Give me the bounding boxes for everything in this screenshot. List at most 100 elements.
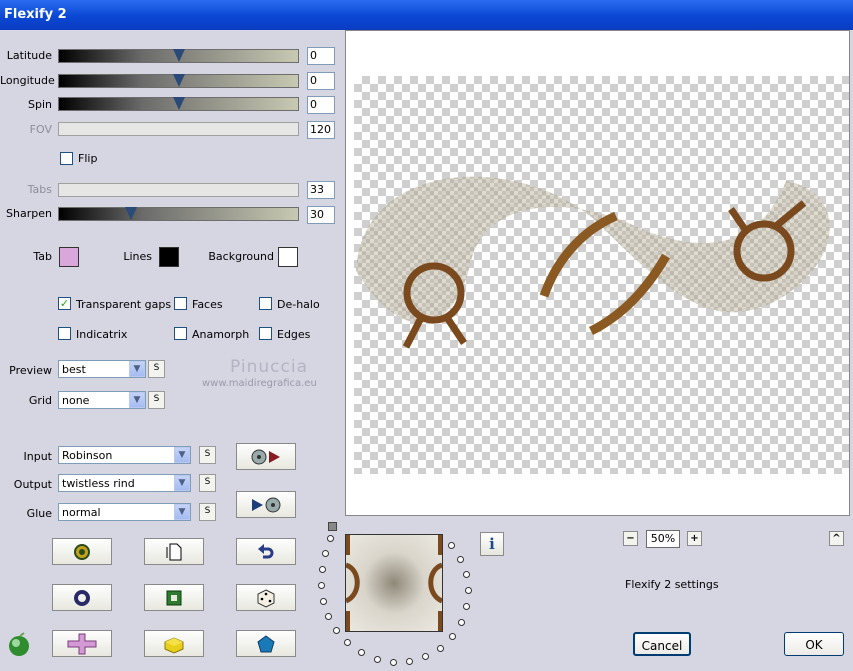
sharpen-input[interactable]: 30 (307, 206, 335, 224)
tab-color-label: Tab (33, 250, 52, 263)
output-select-value: twistless rind (62, 477, 135, 490)
navigator-dot[interactable] (390, 659, 397, 666)
sharpen-slider[interactable] (58, 207, 299, 221)
latitude-slider[interactable] (58, 49, 299, 63)
fov-input[interactable]: 120 (307, 121, 335, 139)
spin-thumb[interactable] (173, 97, 185, 110)
glue-label: Glue (26, 507, 52, 520)
spin-slider[interactable] (58, 97, 299, 111)
de-halo-checkbox[interactable] (259, 297, 272, 310)
navigator-dot[interactable] (437, 645, 444, 652)
window-titlebar: Flexify 2 (0, 0, 853, 30)
navigator-dot[interactable] (422, 653, 429, 660)
preview-canvas[interactable] (345, 30, 850, 516)
navigator-dot[interactable] (358, 649, 365, 656)
navigator-dot[interactable] (344, 639, 351, 646)
input-select-value: Robinson (62, 449, 113, 462)
preview-s-button[interactable]: S (148, 360, 165, 378)
chevron-down-icon: ▼ (129, 392, 145, 408)
longitude-thumb[interactable] (173, 74, 185, 87)
navigator-dot[interactable] (465, 587, 472, 594)
navigator-dot[interactable] (457, 556, 464, 563)
chevron-down-icon: ▼ (174, 475, 190, 491)
edges-checkbox[interactable] (259, 327, 272, 340)
grid-label: Grid (28, 394, 52, 407)
tabs-slider[interactable] (58, 183, 299, 197)
navigator-dot[interactable] (449, 633, 456, 640)
navigator-dot[interactable] (406, 658, 413, 665)
zoom-out-button[interactable]: − (623, 531, 638, 546)
import-camera-button[interactable] (236, 491, 296, 518)
cancel-button[interactable]: Cancel (633, 632, 691, 656)
navigator-dot[interactable] (325, 613, 332, 620)
grid-s-button[interactable]: S (148, 391, 165, 409)
navigator-dot[interactable] (319, 566, 326, 573)
square-frame-button[interactable] (144, 584, 204, 611)
transparent-gaps-checkbox[interactable]: ✓ (58, 297, 71, 310)
anamorph-label: Anamorph (192, 328, 250, 341)
sharpen-thumb[interactable] (125, 207, 137, 220)
spin-input[interactable]: 0 (307, 96, 335, 114)
tab-color-swatch[interactable] (59, 247, 79, 267)
info-button[interactable]: i (480, 532, 504, 556)
camera-export-icon (251, 449, 280, 464)
collapse-button[interactable]: ^ (829, 531, 844, 546)
input-s-button[interactable]: S (199, 446, 216, 464)
export-camera-button[interactable] (236, 443, 296, 470)
indicatrix-label: Indicatrix (76, 328, 128, 341)
lines-color-label: Lines (123, 250, 152, 263)
navigator-dot[interactable] (463, 603, 470, 610)
new-document-button[interactable] (144, 538, 204, 565)
anamorph-checkbox[interactable] (174, 327, 187, 340)
tabs-input[interactable]: 33 (307, 181, 335, 199)
navigator-dot[interactable] (318, 582, 325, 589)
pentagon-icon (257, 634, 275, 652)
indicatrix-checkbox[interactable] (58, 327, 71, 340)
navigator-dot[interactable] (458, 619, 465, 626)
ring-button[interactable] (52, 584, 112, 611)
glue-s-button[interactable]: S (199, 503, 216, 521)
input-select[interactable]: Robinson ▼ (58, 446, 191, 464)
grid-select[interactable]: none ▼ (58, 391, 146, 409)
flip-checkbox[interactable] (60, 152, 73, 165)
navigator-dot[interactable] (333, 627, 340, 634)
output-s-button[interactable]: S (199, 474, 216, 492)
ok-button[interactable]: OK (784, 632, 844, 656)
load-preset-button[interactable] (52, 538, 112, 565)
random-button[interactable] (236, 584, 296, 611)
watermark-name: Pinuccia (230, 357, 308, 377)
navigator-dot[interactable] (448, 542, 455, 549)
preview-select[interactable]: best ▼ (58, 360, 146, 378)
undo-button[interactable] (236, 538, 296, 565)
navigator-handle[interactable] (328, 522, 337, 531)
fov-slider[interactable] (58, 122, 299, 136)
brick-button[interactable] (144, 630, 204, 657)
cross-button[interactable] (52, 630, 112, 657)
navigator-dot[interactable] (374, 656, 381, 663)
zoom-in-button[interactable]: + (687, 531, 702, 546)
longitude-input[interactable]: 0 (307, 72, 335, 90)
lines-color-swatch[interactable] (159, 247, 179, 267)
thumbnail-render (346, 535, 442, 631)
navigator-thumbnail[interactable] (345, 534, 443, 632)
glue-select-value: normal (62, 506, 101, 519)
longitude-slider[interactable] (58, 74, 299, 88)
cross-icon (67, 633, 97, 654)
output-select[interactable]: twistless rind ▼ (58, 474, 191, 492)
preview-render (356, 176, 830, 349)
navigator-dot[interactable] (322, 550, 329, 557)
background-color-swatch[interactable] (278, 247, 298, 267)
latitude-input[interactable]: 0 (307, 47, 335, 65)
output-label: Output (13, 478, 52, 491)
faces-checkbox[interactable] (174, 297, 187, 310)
undo-icon (258, 543, 274, 558)
chevron-down-icon: ▼ (129, 361, 145, 377)
navigator-dot[interactable] (320, 598, 327, 605)
pentagon-button[interactable] (236, 630, 296, 657)
navigator-dot[interactable] (463, 571, 470, 578)
zoom-level: 50% (646, 530, 680, 548)
navigator-dot[interactable] (327, 535, 334, 542)
latitude-thumb[interactable] (173, 49, 185, 62)
glue-select[interactable]: normal ▼ (58, 503, 191, 521)
plugin-logo (6, 632, 32, 661)
